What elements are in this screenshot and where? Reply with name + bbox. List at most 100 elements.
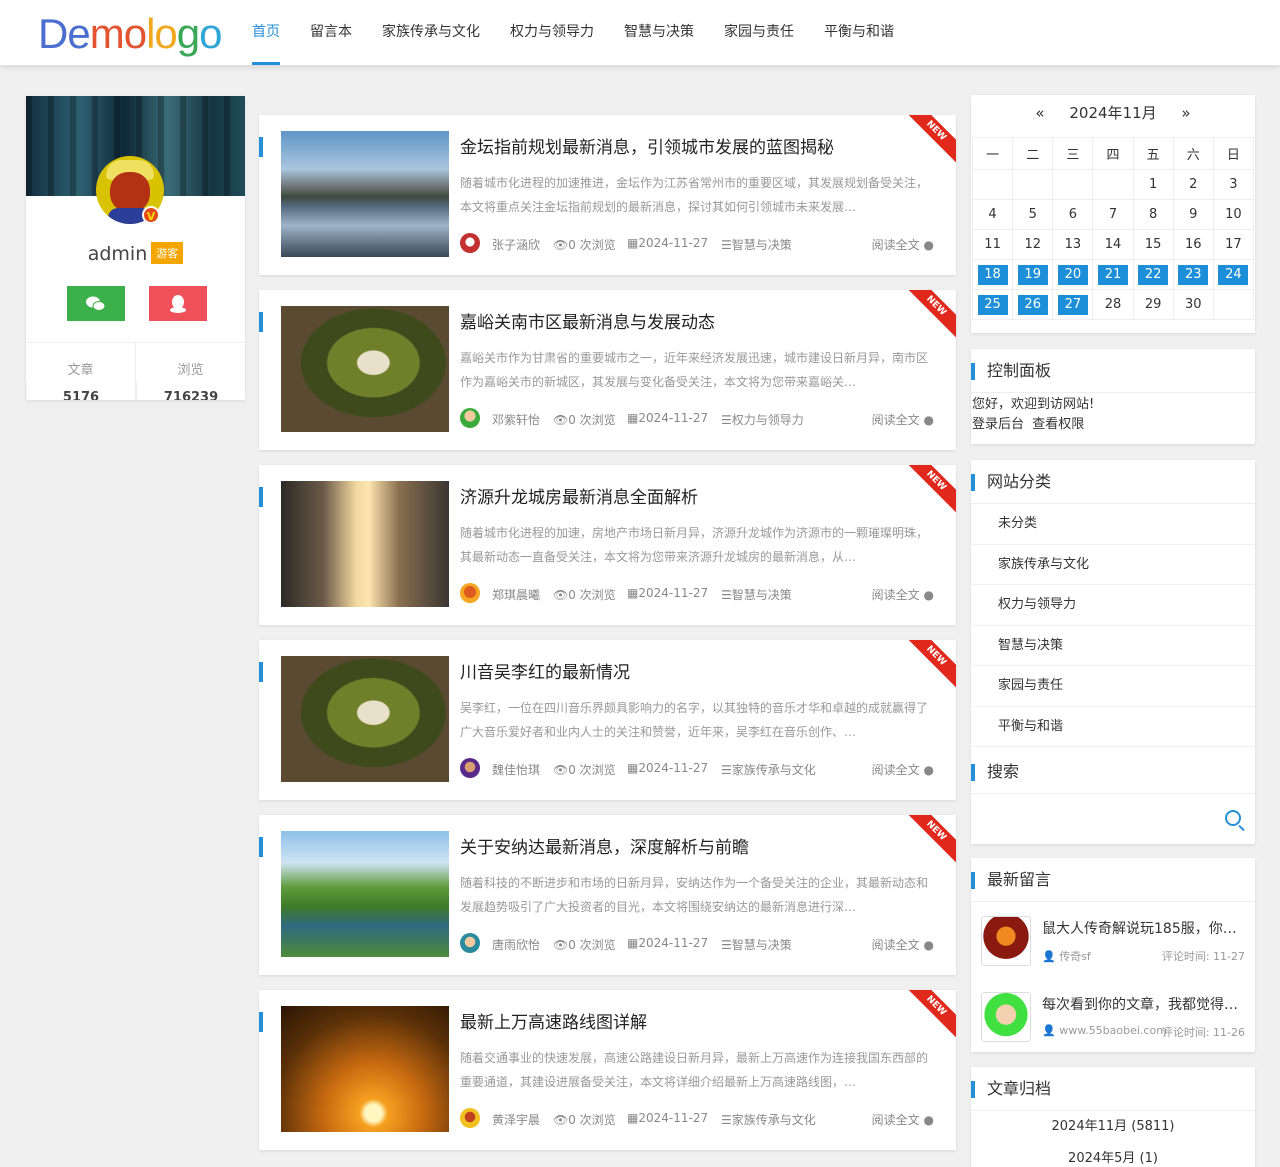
category-link[interactable]: ☰智慧与决策 [721, 236, 792, 253]
category-link[interactable]: ☰家族传承与文化 [721, 761, 816, 778]
calendar-widget: « 2024年11月 » 一 二 三 四 五 六 日 1 2 3 4 5 6 7 8 9 10 11… [971, 95, 1255, 333]
calendar-day[interactable]: 23 [1172, 259, 1214, 290]
search-icon[interactable] [1225, 810, 1241, 826]
stat-value: 5176 [26, 382, 135, 400]
comment-item[interactable]: 每次看到你的文章，我都觉得… 👤 www.55baobei.com 评论时间: … [981, 992, 1247, 1050]
article-title[interactable]: 金坛指前规划最新消息，引领城市发展的蓝图揭秘 [460, 133, 834, 158]
welcome-text: 您好，欢迎到访网站! [972, 397, 1095, 412]
calendar-day[interactable]: 13 [1052, 229, 1094, 260]
calendar-day [1012, 169, 1054, 200]
article-thumbnail[interactable] [281, 1006, 449, 1132]
search-input[interactable] [971, 795, 1211, 841]
calendar-day[interactable]: 28 [1092, 289, 1134, 320]
category-link[interactable]: ☰家族传承与文化 [721, 1111, 816, 1128]
read-more-link[interactable]: 阅读全文 ● [872, 1111, 934, 1128]
calendar-day[interactable]: 5 [1012, 199, 1054, 230]
article-thumbnail[interactable] [281, 481, 449, 607]
article-thumbnail[interactable] [281, 306, 449, 432]
comment-item[interactable]: 鼠大人传奇解说玩185服，你… 👤 传奇sf 评论时间: 11-27 [981, 916, 1247, 974]
category-text: 家族传承与文化 [731, 1113, 816, 1127]
calendar-day[interactable]: 14 [1092, 229, 1134, 260]
calendar-day[interactable]: 18 [971, 259, 1014, 290]
calendar-icon: ▦ [627, 411, 639, 425]
calendar-day[interactable]: 29 [1132, 289, 1174, 320]
calendar-day[interactable]: 24 [1212, 259, 1255, 290]
calendar-day[interactable]: 4 [971, 199, 1014, 230]
category-link[interactable]: ☰智慧与决策 [721, 936, 792, 953]
author-name[interactable]: 魏佳怡琪 [492, 761, 540, 778]
calendar-day[interactable]: 30 [1172, 289, 1214, 320]
nav-power[interactable]: 权力与领导力 [495, 0, 609, 65]
article-thumbnail[interactable] [281, 656, 449, 782]
nav-home[interactable]: 首页 [237, 0, 295, 65]
qq-button[interactable] [149, 286, 207, 321]
calendar-day[interactable]: 1 [1132, 169, 1174, 200]
calendar-day[interactable]: 15 [1132, 229, 1174, 260]
category-item[interactable]: 权力与领导力 [971, 585, 1255, 626]
next-month-button[interactable]: » [1181, 104, 1190, 122]
calendar-day[interactable]: 11 [971, 229, 1014, 260]
calendar-day[interactable]: 16 [1172, 229, 1214, 260]
calendar-day[interactable]: 3 [1212, 169, 1255, 200]
article-excerpt: 嘉峪关市作为甘肃省的重要城市之一，近年来经济发展迅速，城市建设日新月异，南市区作… [460, 351, 929, 389]
publish-date: ▦2024-11-27 [627, 586, 708, 600]
calendar-day[interactable]: 12 [1012, 229, 1054, 260]
category-link[interactable]: ☰智慧与决策 [721, 586, 792, 603]
calendar-day[interactable]: 22 [1132, 259, 1174, 290]
nav-wisdom[interactable]: 智慧与决策 [609, 0, 709, 65]
archive-item[interactable]: 2024年11月 (5811) [971, 1111, 1255, 1143]
article-title[interactable]: 关于安纳达最新消息，深度解析与前瞻 [460, 833, 749, 858]
panel-title: 最新留言 [971, 858, 1255, 902]
calendar-day[interactable]: 10 [1212, 199, 1255, 230]
calendar-day[interactable]: 25 [971, 289, 1014, 320]
calendar-day[interactable]: 9 [1172, 199, 1214, 230]
calendar-day[interactable]: 21 [1092, 259, 1134, 290]
article-title[interactable]: 嘉峪关南市区最新消息与发展动态 [460, 308, 715, 333]
author-name[interactable]: 张子涵欣 [492, 236, 540, 253]
article-thumbnail[interactable] [281, 831, 449, 957]
calendar-day[interactable]: 20 [1052, 259, 1094, 290]
archive-item[interactable]: 2024年5月 (1) [971, 1143, 1255, 1167]
login-link[interactable]: 登录后台 [972, 417, 1024, 432]
nav-home-duty[interactable]: 家园与责任 [709, 0, 809, 65]
nav-family[interactable]: 家族传承与文化 [367, 0, 495, 65]
category-item[interactable]: 未分类 [971, 504, 1255, 545]
read-more-link[interactable]: 阅读全文 ● [872, 411, 934, 428]
view-count: 👁0 次浏览 [553, 761, 616, 778]
article-title[interactable]: 川音吴李红的最新情况 [460, 658, 630, 683]
calendar-day[interactable]: 7 [1092, 199, 1134, 230]
site-logo[interactable]: Demologo [38, 10, 223, 58]
permission-link[interactable]: 查看权限 [1032, 417, 1084, 432]
read-more-link[interactable]: 阅读全文 ● [872, 236, 934, 253]
category-item[interactable]: 家族传承与文化 [971, 545, 1255, 585]
author-avatar [460, 233, 480, 253]
article-title[interactable]: 济源升龙城房最新消息全面解析 [460, 483, 698, 508]
author-name[interactable]: 邓紫轩怡 [492, 411, 540, 428]
calendar-day[interactable]: 6 [1052, 199, 1094, 230]
author-name[interactable]: 唐雨欣怡 [492, 936, 540, 953]
category-item[interactable]: 智慧与决策 [971, 626, 1255, 666]
calendar-day[interactable]: 19 [1012, 259, 1054, 290]
author-name[interactable]: 郑琪晨曦 [492, 586, 540, 603]
category-item[interactable]: 家园与责任 [971, 666, 1255, 707]
nav-balance[interactable]: 平衡与和谐 [809, 0, 909, 65]
article-thumbnail[interactable] [281, 131, 449, 257]
eye-icon: 👁 [553, 763, 569, 777]
panel-title: 网站分类 [971, 460, 1255, 504]
category-link[interactable]: ☰权力与领导力 [721, 411, 804, 428]
author-name[interactable]: 黄泽宇晨 [492, 1111, 540, 1128]
calendar-day[interactable]: 27 [1052, 289, 1094, 320]
calendar-day[interactable]: 2 [1172, 169, 1214, 200]
calendar-day[interactable]: 26 [1012, 289, 1054, 320]
category-item[interactable]: 平衡与和谐 [971, 707, 1255, 747]
article-title[interactable]: 最新上万高速路线图详解 [460, 1008, 647, 1033]
calendar-day[interactable]: 17 [1212, 229, 1255, 260]
read-more-link[interactable]: 阅读全文 ● [872, 586, 934, 603]
calendar-day[interactable]: 8 [1132, 199, 1174, 230]
prev-month-button[interactable]: « [1035, 104, 1044, 122]
wechat-button[interactable] [67, 286, 125, 321]
nav-guestbook[interactable]: 留言本 [295, 0, 367, 65]
logo-part: o [199, 10, 222, 57]
read-more-link[interactable]: 阅读全文 ● [872, 936, 934, 953]
read-more-link[interactable]: 阅读全文 ● [872, 761, 934, 778]
